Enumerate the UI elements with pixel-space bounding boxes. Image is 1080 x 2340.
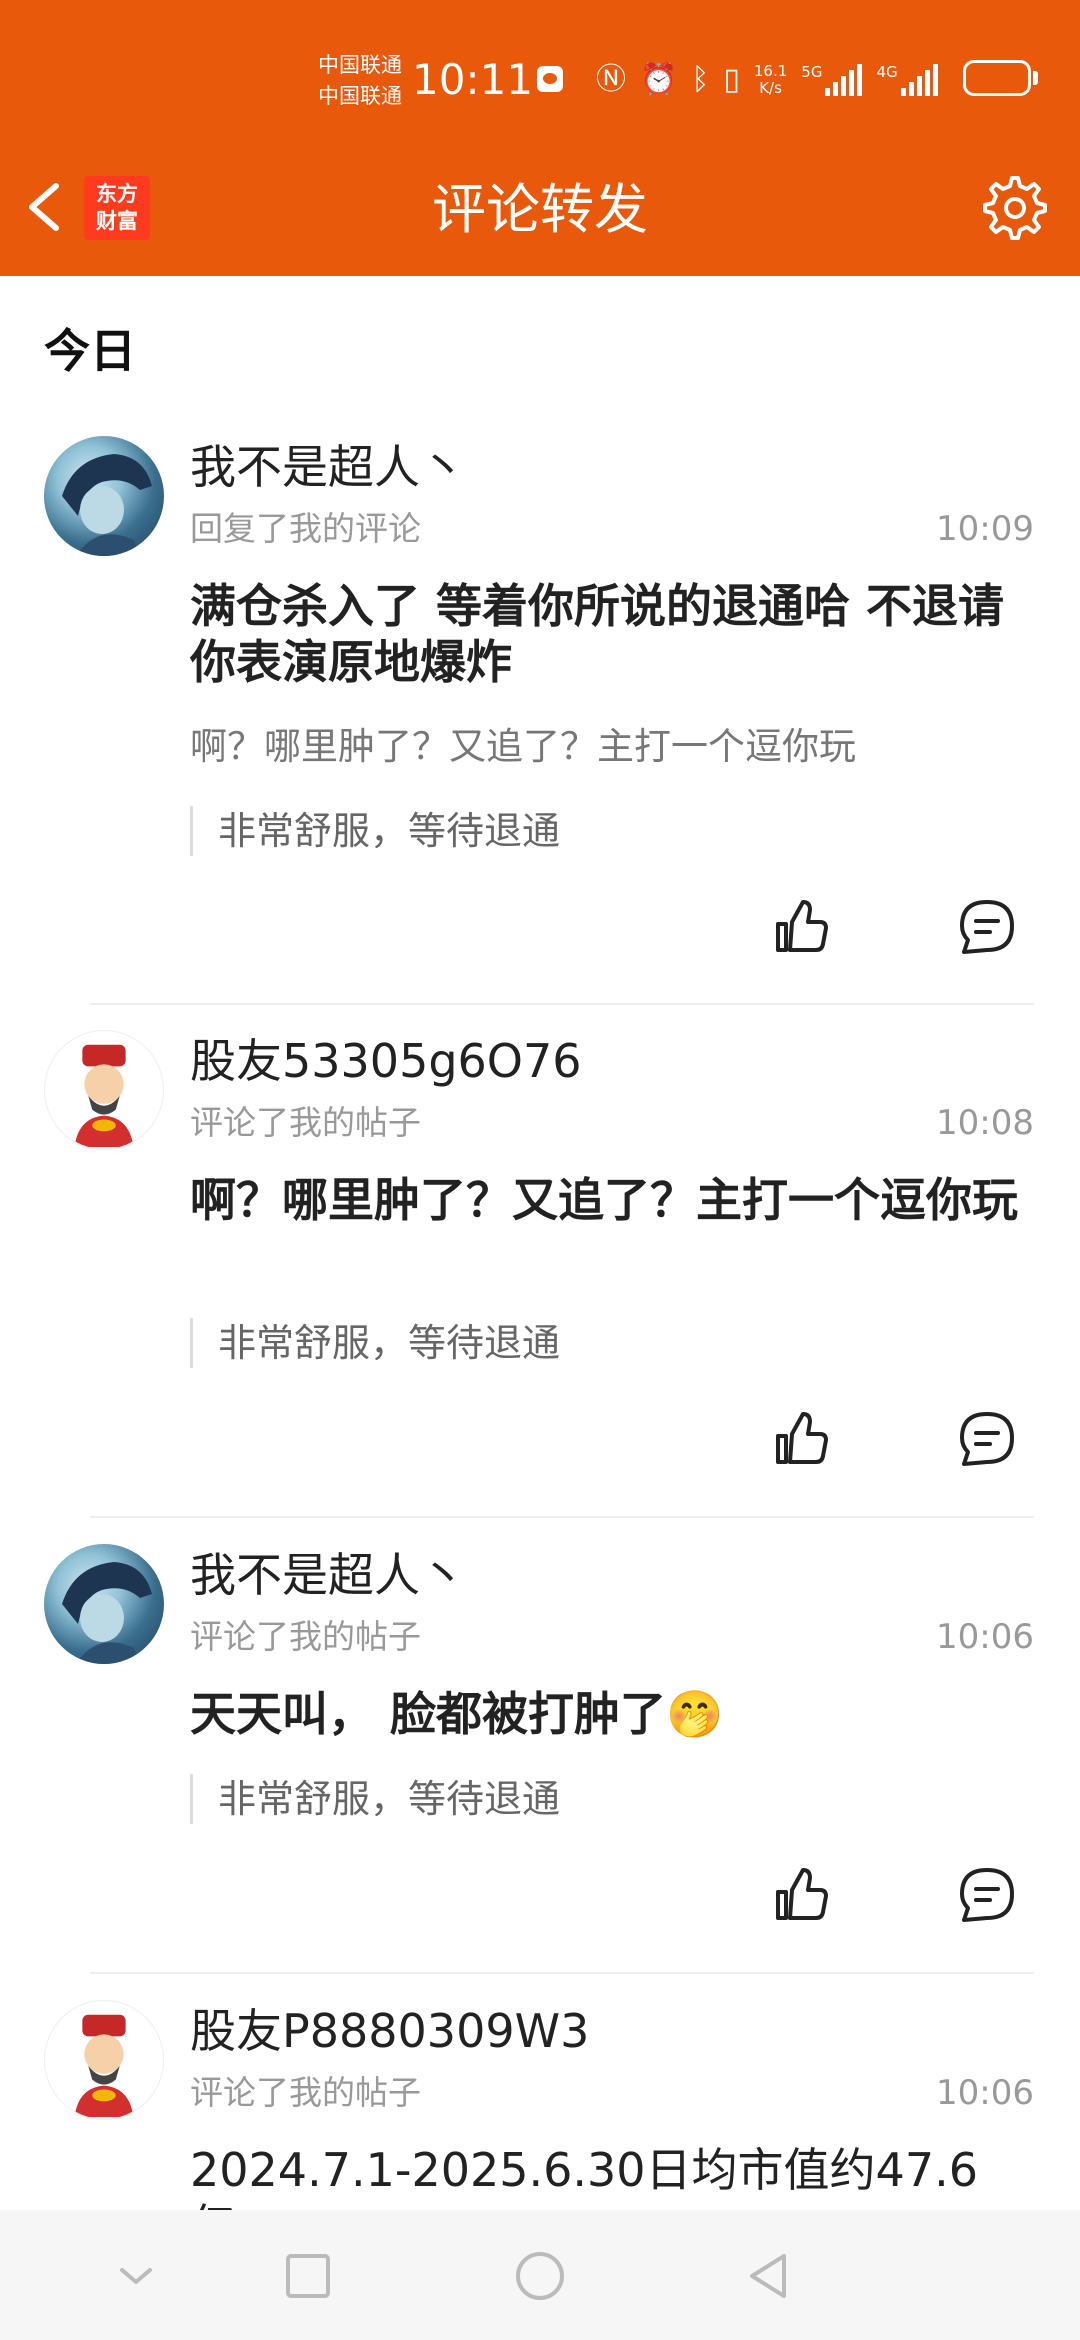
action-text: 回复了我的评论 xyxy=(190,509,421,548)
avatar-image xyxy=(74,1044,134,1148)
status-icons: Ⓝ ⏰ ᛒ ▯ 16.1 K/s 5G 4G xyxy=(596,60,938,100)
emoji: 🤭 xyxy=(666,1687,724,1741)
user-name[interactable]: 我不是超人丶 xyxy=(190,436,466,498)
gear-icon xyxy=(983,176,1047,240)
page-title: 评论转发 xyxy=(432,178,648,241)
action-text: 评论了我的帖子 xyxy=(190,1103,421,1142)
net-speed-unit: K/s xyxy=(759,79,782,97)
battery-icon: 65 xyxy=(963,60,1031,96)
comment-icon xyxy=(960,1412,1014,1466)
status-time: 10:11 xyxy=(412,55,534,104)
triangle-back-icon xyxy=(750,2254,786,2298)
avatar[interactable] xyxy=(44,436,164,556)
original-post[interactable]: 非常舒服，等待退通 xyxy=(190,1774,560,1824)
wechat-notification-icon xyxy=(537,66,563,92)
avatar[interactable] xyxy=(44,1030,164,1150)
carrier-2: 中国联通 xyxy=(318,84,402,108)
user-name[interactable]: 股友P8880309W3 xyxy=(190,2000,589,2062)
square-icon xyxy=(286,2254,330,2298)
notification-item[interactable]: 我不是超人丶 评论了我的帖子 10:06 天天叫， 脸都被打肿了🤭 非常舒服，等… xyxy=(0,1538,1080,1968)
timestamp: 10:06 xyxy=(936,2073,1034,2113)
user-name[interactable]: 股友53305g6O76 xyxy=(190,1030,582,1092)
thumbs-up-icon xyxy=(776,900,828,952)
net-speed-value: 16.1 xyxy=(753,62,788,80)
user-name[interactable]: 我不是超人丶 xyxy=(190,1544,466,1606)
timestamp: 10:09 xyxy=(936,509,1034,549)
notification-item[interactable]: 我不是超人丶 回复了我的评论 10:09 满仓杀入了 等着你所说的退通哈 不退请… xyxy=(0,430,1080,1000)
signal-4g-icon: 4G xyxy=(876,63,938,96)
avatar-image xyxy=(62,1562,152,1664)
settings-button[interactable] xyxy=(976,172,1048,244)
battery-cap xyxy=(1033,71,1038,85)
section-today-heading: 今日 xyxy=(44,324,136,378)
chevron-down-icon xyxy=(120,2268,152,2284)
quoted-comment[interactable]: 啊？哪里肿了？又追了？主打一个逗你玩 xyxy=(190,722,856,772)
status-bar: 中国联通 中国联通 10:11 Ⓝ ⏰ ᛒ ▯ 16.1 K/s 5G 4G 6… xyxy=(0,0,1080,150)
signal-4g-label: 4G xyxy=(876,63,898,81)
nfc-icon: Ⓝ xyxy=(596,62,626,97)
timestamp: 10:06 xyxy=(936,1617,1034,1657)
notification-item[interactable]: 股友P8880309W3 评论了我的帖子 10:06 2024.7.1-2025… xyxy=(0,1994,1080,2210)
carrier-labels: 中国联通 中国联通 xyxy=(318,50,402,112)
carrier-1: 中国联通 xyxy=(318,53,402,77)
avatar-image xyxy=(62,454,152,556)
like-button[interactable] xyxy=(770,896,832,958)
nav-home-button[interactable] xyxy=(510,2246,570,2306)
reply-button[interactable] xyxy=(956,1864,1018,1926)
thumbs-up-icon xyxy=(776,1868,828,1920)
divider xyxy=(90,1516,1034,1518)
nav-back-button[interactable] xyxy=(738,2246,798,2306)
signal-5g-icon: 5G xyxy=(801,63,863,96)
thumbs-up-icon xyxy=(776,1412,828,1464)
comment-icon xyxy=(960,900,1014,954)
alarm-icon: ⏰ xyxy=(640,62,678,97)
bluetooth-icon: ᛒ xyxy=(691,62,710,97)
comment-body[interactable]: 啊？哪里肿了？又追了？主打一个逗你玩 xyxy=(190,1172,1040,1228)
system-nav-bar xyxy=(0,2210,1080,2340)
signal-5g-label: 5G xyxy=(801,63,823,81)
vibrate-icon: ▯ xyxy=(723,62,740,97)
nav-recents-button[interactable] xyxy=(278,2246,338,2306)
divider xyxy=(90,1972,1034,1974)
like-button[interactable] xyxy=(770,1864,832,1926)
original-post[interactable]: 非常舒服，等待退通 xyxy=(190,806,560,856)
avatar[interactable] xyxy=(44,2000,164,2120)
battery-level: 65 xyxy=(980,64,1014,92)
action-text: 评论了我的帖子 xyxy=(190,2073,421,2112)
avatar[interactable] xyxy=(44,1544,164,1664)
avatar-image xyxy=(74,2014,134,2118)
nav-hide-button[interactable] xyxy=(106,2246,166,2306)
comment-body[interactable]: 天天叫， 脸都被打肿了🤭 xyxy=(190,1686,1040,1742)
comment-icon xyxy=(960,1868,1014,1922)
original-post[interactable]: 非常舒服，等待退通 xyxy=(190,1318,560,1368)
net-speed: 16.1 K/s xyxy=(754,63,787,97)
like-button[interactable] xyxy=(770,1408,832,1470)
timestamp: 10:08 xyxy=(936,1103,1034,1143)
action-text: 评论了我的帖子 xyxy=(190,1617,421,1656)
comment-text: 天天叫， 脸都被打肿了 xyxy=(190,1687,667,1741)
comment-body[interactable]: 2024.7.1-2025.6.30日均市值约47.6亿。 xyxy=(190,2142,1040,2210)
reply-button[interactable] xyxy=(956,896,1018,958)
comment-body[interactable]: 满仓杀入了 等着你所说的退通哈 不退请你表演原地爆炸 xyxy=(190,578,1040,690)
divider xyxy=(90,1003,1034,1005)
circle-icon xyxy=(516,2252,564,2300)
reply-button[interactable] xyxy=(956,1408,1018,1470)
notification-item[interactable]: 股友53305g6O76 评论了我的帖子 10:08 啊？哪里肿了？又追了？主打… xyxy=(0,1024,1080,1514)
